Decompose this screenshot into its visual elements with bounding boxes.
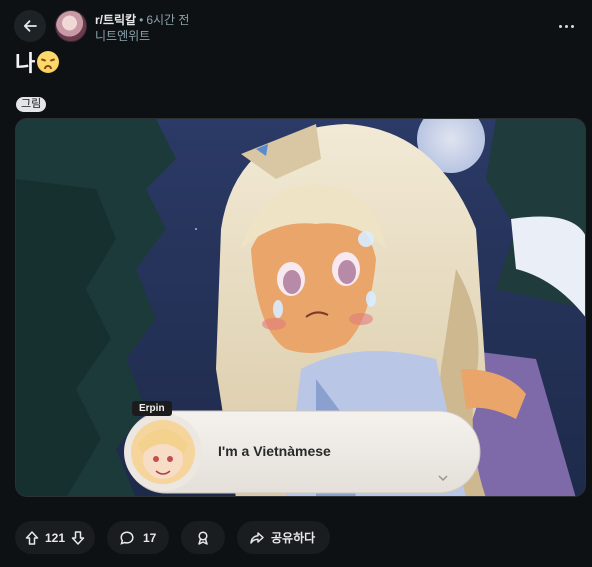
disappointed-face-emoji-icon: [37, 51, 60, 73]
vote-control: 121: [15, 521, 95, 554]
separator-dot: •: [139, 13, 144, 27]
post-title: 나: [15, 46, 60, 78]
award-button[interactable]: [181, 521, 225, 554]
post-time: 6시간 전: [146, 13, 190, 27]
more-horizontal-icon: [558, 24, 562, 28]
subreddit-avatar[interactable]: [55, 10, 87, 42]
share-button[interactable]: 공유하다: [237, 521, 330, 554]
comment-count: 17: [143, 530, 157, 545]
post-author[interactable]: 니트엔위트: [95, 27, 150, 44]
comments-button[interactable]: 17: [107, 521, 169, 554]
subreddit-line: r/트릭칼 • 6시간 전: [95, 11, 189, 28]
arrow-down-icon[interactable]: [70, 530, 86, 546]
share-arrow-icon: [249, 530, 265, 546]
dialogue-text: I'm a Vietnàmese: [218, 443, 331, 459]
post-header: r/트릭칼 • 6시간 전 니트엔위트: [14, 10, 578, 44]
award-icon: [195, 530, 211, 546]
post-action-bar: 121 17 공유하다: [15, 521, 586, 554]
more-horizontal-icon-dot: [564, 24, 568, 28]
more-horizontal-icon-dot: [570, 24, 574, 28]
post-image[interactable]: Erpin I'm a Vietnàmese: [15, 118, 586, 497]
post-flair[interactable]: 그림: [16, 97, 47, 112]
subreddit-name[interactable]: r/트릭칼: [95, 13, 136, 27]
arrow-left-icon: [22, 18, 38, 34]
speaker-nameplate: Erpin: [132, 401, 172, 416]
share-label: 공유하다: [271, 531, 316, 545]
arrow-up-icon[interactable]: [24, 530, 40, 546]
upvote-count: 121: [44, 530, 66, 545]
back-button[interactable]: [14, 10, 46, 42]
post-title-text: 나: [15, 51, 36, 76]
more-options-button[interactable]: [554, 14, 578, 38]
speech-bubble-icon: [119, 530, 135, 546]
